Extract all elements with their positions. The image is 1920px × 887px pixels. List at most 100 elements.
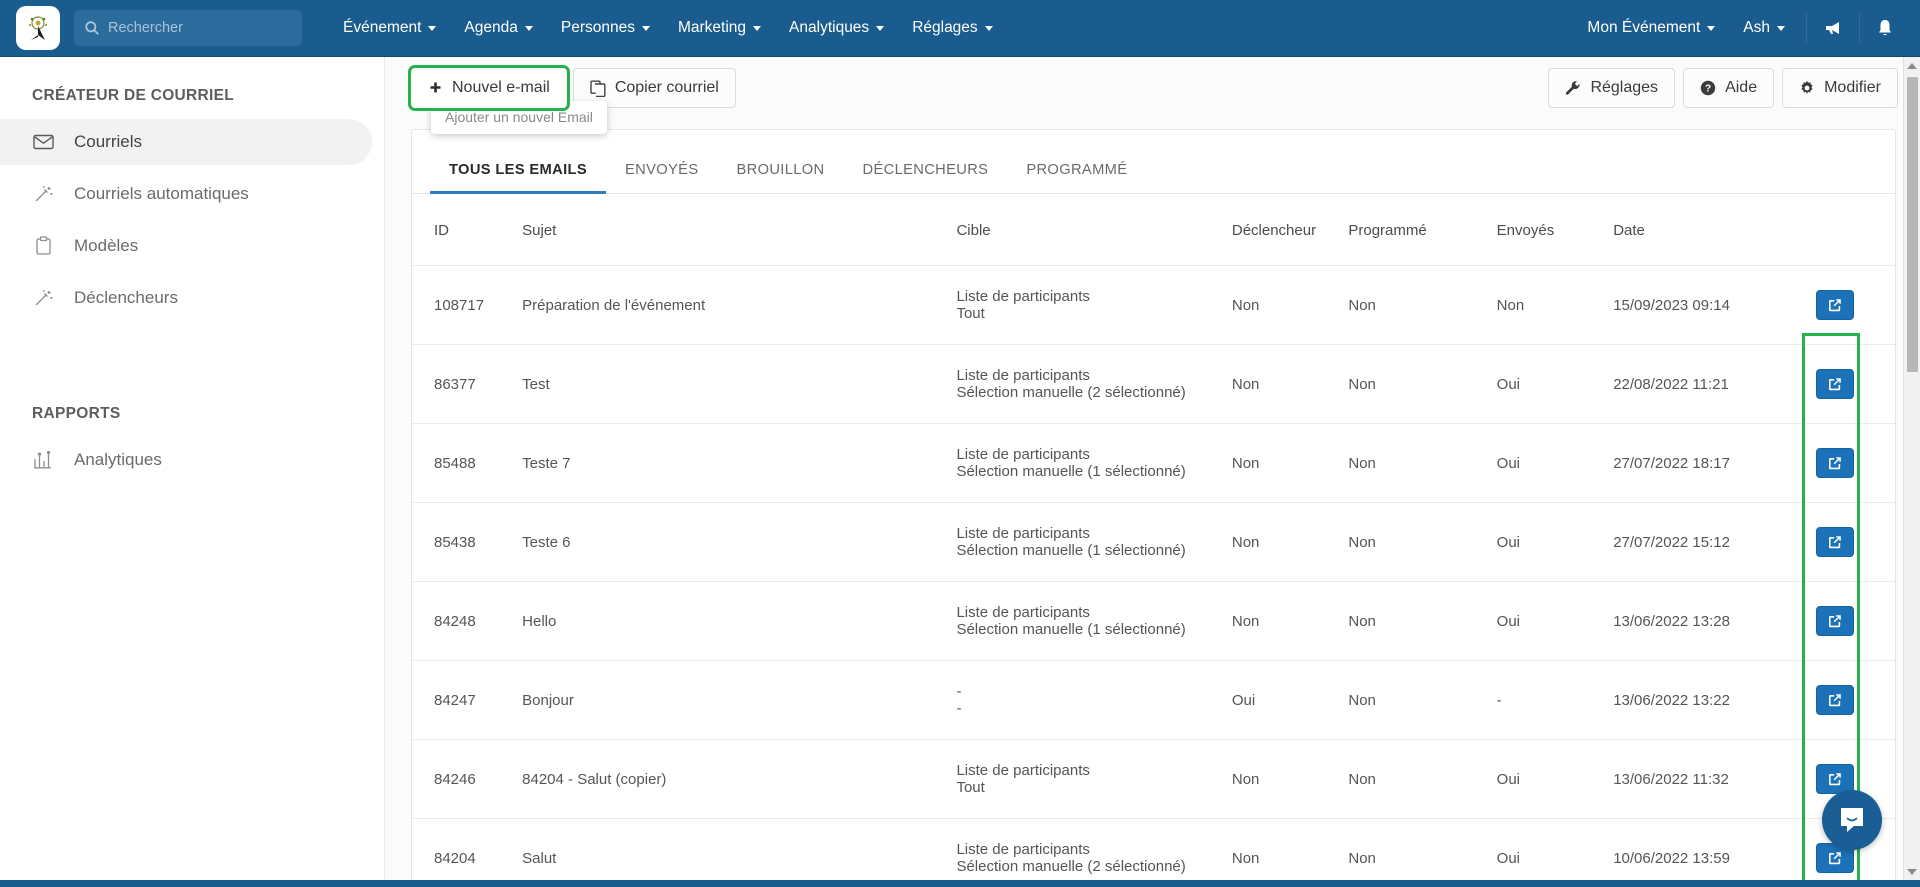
- tab-programme[interactable]: PROGRAMMÉ: [1007, 162, 1146, 193]
- nav-item-agenda[interactable]: Agenda: [453, 13, 543, 43]
- sidebar-item-modeles[interactable]: Modèles: [0, 223, 372, 269]
- table-row[interactable]: 108717 Préparation de l'événement Liste de…: [412, 265, 1895, 345]
- cell-envoyes: Oui: [1496, 581, 1614, 661]
- column-header-sujet[interactable]: Sujet: [522, 194, 957, 266]
- column-header-id[interactable]: ID: [412, 194, 523, 266]
- divider: [1859, 13, 1860, 43]
- cible-secondary: Sélection manuelle (1 sélectionné): [956, 463, 1186, 480]
- table-row[interactable]: 84247 Bonjour - - Oui Non -13/06/2022 13:22: [412, 660, 1895, 740]
- user-menu[interactable]: Ash: [1732, 13, 1796, 43]
- nav-item-reglages[interactable]: Réglages: [901, 13, 1004, 43]
- global-search[interactable]: [74, 10, 302, 46]
- cell-id: 108717: [412, 265, 523, 345]
- cible-secondary: Sélection manuelle (2 sélectionné): [956, 858, 1186, 875]
- settings-button[interactable]: Réglages: [1548, 68, 1676, 108]
- nav-item-label: Agenda: [464, 19, 518, 36]
- tab-tous-les-emails[interactable]: TOUS LES EMAILS: [430, 162, 606, 194]
- announcements-button[interactable]: [1811, 12, 1855, 44]
- edit-button[interactable]: Modifier: [1782, 68, 1898, 108]
- user-menu-label: Ash: [1743, 19, 1770, 36]
- column-header-date[interactable]: Date: [1613, 194, 1804, 266]
- scrollbar-thumb[interactable]: [1907, 77, 1918, 372]
- sidebar-item-courriels-automatiques[interactable]: Courriels automatiques: [0, 171, 372, 217]
- tab-envoyes[interactable]: ENVOYÉS: [606, 162, 717, 193]
- bottom-bar: [0, 880, 1920, 887]
- cell-date: 13/06/2022 13:22: [1613, 660, 1804, 740]
- cell-programme: Non: [1348, 739, 1497, 819]
- new-email-button[interactable]: Nouvel e-mail: [408, 65, 570, 111]
- chevron-down-icon: [1707, 25, 1716, 31]
- cell-actions: [1803, 265, 1895, 345]
- open-email-button[interactable]: [1815, 290, 1854, 320]
- table-row[interactable]: 85438 Teste 6 Liste de participants Sélecti…: [412, 502, 1895, 582]
- table-row[interactable]: 84204 Salut Liste de participants Sélection…: [412, 818, 1895, 880]
- chevron-down-icon: [641, 25, 650, 31]
- cell-programme: Non: [1348, 423, 1497, 503]
- page-scrollbar[interactable]: [1903, 57, 1920, 880]
- nav-item-evenement[interactable]: Événement: [332, 13, 447, 43]
- cible-secondary: -: [956, 700, 962, 717]
- column-header-programme[interactable]: Programmé: [1348, 194, 1497, 266]
- table-row[interactable]: 84248 Hello Liste de participants Sélection…: [412, 581, 1895, 661]
- main-menu: Événement Agenda Personnes Marketing Ana…: [332, 13, 1010, 43]
- table-row[interactable]: 86377 Test Liste de participants Sélection …: [412, 344, 1895, 424]
- external-link-edit-icon: [1828, 694, 1841, 707]
- email-tabs: TOUS LES EMAILS ENVOYÉS BROUILLON DÉCLEN…: [412, 130, 1895, 194]
- scrollbar-down-button[interactable]: [1904, 863, 1920, 880]
- bell-icon: [1879, 20, 1891, 36]
- open-email-button[interactable]: [1815, 606, 1854, 636]
- sidebar: CRÉATEUR DE COURRIEL Courriels Courriels…: [0, 57, 385, 880]
- table-row[interactable]: 85488 Teste 7 Liste de participants Sélecti…: [412, 423, 1895, 503]
- nav-item-personnes[interactable]: Personnes: [550, 13, 661, 43]
- nav-item-label: Marketing: [677, 19, 747, 36]
- cell-declencheur: Non: [1231, 502, 1349, 582]
- scrollbar-up-button[interactable]: [1904, 57, 1920, 74]
- cell-cible: Liste de participants Sélection manuelle …: [956, 581, 1232, 661]
- cell-declencheur: Oui: [1231, 660, 1349, 740]
- cell-sujet: 84204 - Salut (copier): [522, 739, 957, 819]
- cell-date: 27/07/2022 15:12: [1613, 502, 1804, 582]
- help-button[interactable]: ? Aide: [1683, 68, 1775, 108]
- open-email-button[interactable]: [1815, 448, 1854, 478]
- copy-icon: [590, 80, 606, 97]
- column-header-declencheur[interactable]: Déclencheur: [1231, 194, 1349, 266]
- magic-wand-icon: [32, 288, 54, 308]
- external-link-edit-icon: [1828, 378, 1841, 391]
- sidebar-item-courriels[interactable]: Courriels: [0, 119, 372, 165]
- nav-item-analytiques[interactable]: Analytiques: [778, 13, 895, 43]
- help-label: Aide: [1725, 79, 1758, 96]
- sidebar-item-analytiques[interactable]: Analytiques: [0, 437, 372, 483]
- chevron-down-icon: [876, 25, 885, 31]
- cell-date: 15/09/2023 09:14: [1613, 265, 1804, 345]
- tab-declencheurs[interactable]: DÉCLENCHEURS: [844, 162, 1008, 193]
- top-navigation-bar: Événement Agenda Personnes Marketing Ana…: [0, 0, 1920, 57]
- cible-primary: Liste de participants: [956, 604, 1090, 621]
- column-header-cible[interactable]: Cible: [956, 194, 1232, 266]
- chat-widget-button[interactable]: [1822, 790, 1882, 850]
- chat-smile-icon: [1841, 808, 1863, 832]
- nav-item-marketing[interactable]: Marketing: [667, 13, 772, 43]
- cell-id: 86377: [412, 344, 523, 424]
- column-header-envoyes[interactable]: Envoyés: [1496, 194, 1614, 266]
- event-selector[interactable]: Mon Événement: [1576, 13, 1726, 43]
- cell-date: 13/06/2022 11:32: [1613, 739, 1804, 819]
- open-email-button[interactable]: [1815, 685, 1854, 715]
- cell-programme: Non: [1348, 818, 1497, 880]
- event-selector-label: Mon Événement: [1587, 19, 1701, 36]
- sidebar-item-label: Déclencheurs: [74, 288, 178, 307]
- tab-brouillon[interactable]: BROUILLON: [717, 162, 843, 193]
- notifications-button[interactable]: [1864, 12, 1906, 44]
- search-icon: [84, 20, 100, 36]
- sidebar-item-declencheurs[interactable]: Déclencheurs: [0, 275, 372, 321]
- cell-cible: Liste de participants Sélection manuelle …: [956, 344, 1232, 424]
- nav-item-label: Analytiques: [789, 19, 870, 36]
- open-email-button[interactable]: [1815, 369, 1854, 399]
- table-row[interactable]: 84246 84204 - Salut (copier) Liste de part…: [412, 739, 1895, 819]
- search-input[interactable]: [108, 20, 292, 36]
- cible-secondary: Tout: [956, 305, 985, 322]
- open-email-button[interactable]: [1815, 527, 1854, 557]
- chevron-down-icon: [984, 25, 993, 31]
- cible-secondary: Sélection manuelle (2 sélectionné): [956, 384, 1186, 401]
- app-logo[interactable]: [16, 6, 60, 50]
- table-header-row: ID Sujet Cible Déclencheur Programmé Env…: [412, 194, 1895, 266]
